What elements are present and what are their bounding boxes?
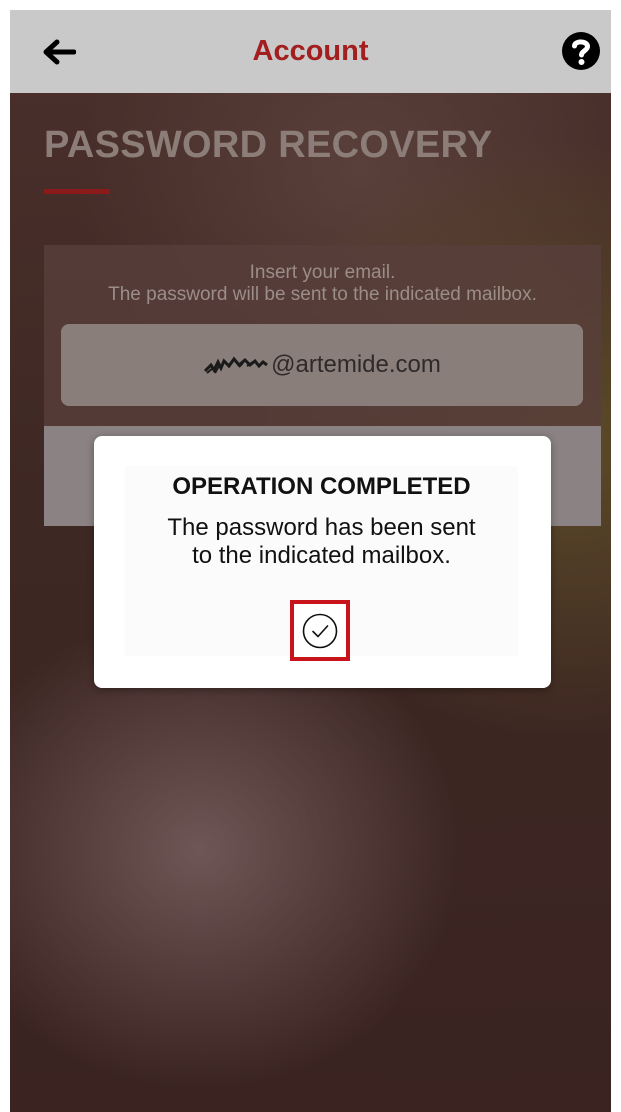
help-button[interactable]: [561, 31, 601, 71]
back-button[interactable]: [38, 32, 80, 72]
dialog-message-line-2: to the indicated mailbox.: [192, 542, 451, 569]
app-screen: Account PASSWORD RECOVERY Insert your em…: [10, 10, 611, 1112]
question-circle-icon: [562, 32, 600, 70]
operation-completed-dialog: OPERATION COMPLETED The password has bee…: [94, 436, 551, 688]
page-title: PASSWORD RECOVERY: [44, 124, 493, 166]
header-title: Account: [252, 35, 369, 67]
dialog-content: OPERATION COMPLETED The password has bee…: [125, 466, 518, 661]
email-field[interactable]: @artemide.com: [61, 324, 583, 406]
instructions-text: Insert your email. The password will be …: [44, 262, 601, 306]
redaction-scribble: [204, 356, 269, 374]
dialog-message-line-1: The password has been sent: [167, 514, 476, 541]
title-underline: [44, 189, 110, 194]
instruction-line-1: Insert your email.: [249, 262, 396, 283]
recovery-form: Insert your email. The password will be …: [44, 245, 601, 426]
dialog-title: OPERATION COMPLETED: [172, 473, 471, 500]
check-circle-icon: [302, 613, 338, 648]
arrow-left-icon: [43, 39, 76, 65]
confirm-button[interactable]: [290, 600, 350, 661]
dialog-message: The password has been sent to the indica…: [125, 514, 518, 570]
top-navigation-bar: Account: [10, 10, 611, 93]
instruction-line-2: The password will be sent to the indicat…: [108, 284, 537, 305]
email-value: @artemide.com: [271, 351, 441, 378]
